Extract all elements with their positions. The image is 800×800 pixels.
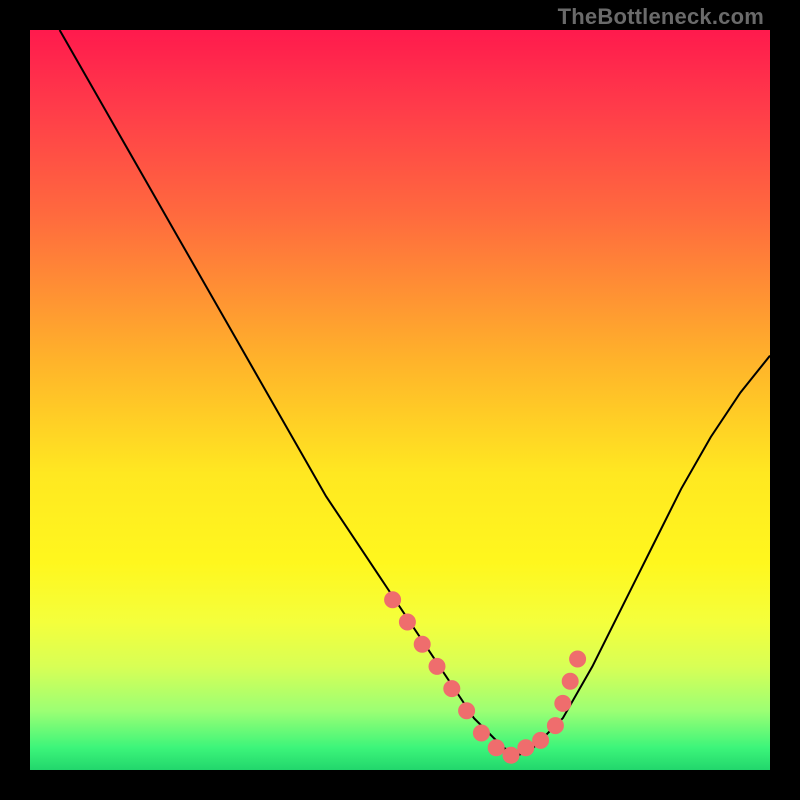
- optimal-range-dots: [385, 592, 586, 763]
- optimal-dot: [533, 732, 549, 748]
- chart-plot-area: [30, 30, 770, 770]
- optimal-dot: [459, 703, 475, 719]
- optimal-dot: [555, 695, 571, 711]
- watermark-text: TheBottleneck.com: [558, 4, 764, 30]
- optimal-dot: [473, 725, 489, 741]
- optimal-dot: [547, 718, 563, 734]
- optimal-dot: [399, 614, 415, 630]
- optimal-dot: [444, 681, 460, 697]
- optimal-dot: [562, 673, 578, 689]
- chart-svg: [30, 30, 770, 770]
- optimal-dot: [570, 651, 586, 667]
- optimal-dot: [385, 592, 401, 608]
- optimal-dot: [503, 747, 519, 763]
- optimal-dot: [414, 636, 430, 652]
- optimal-dot: [518, 740, 534, 756]
- optimal-dot: [488, 740, 504, 756]
- chart-frame: TheBottleneck.com: [0, 0, 800, 800]
- optimal-dot: [429, 658, 445, 674]
